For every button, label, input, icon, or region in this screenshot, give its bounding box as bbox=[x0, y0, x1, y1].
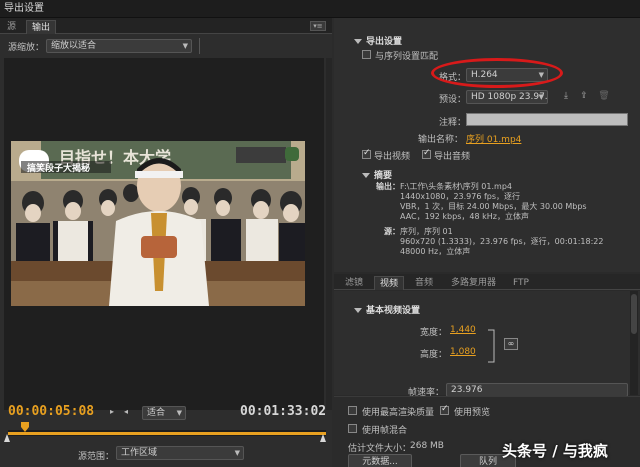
height-value[interactable]: 1,080 bbox=[450, 347, 476, 357]
output-name-link[interactable]: 序列 01.mp4 bbox=[466, 132, 521, 145]
summary-output-label: 输出： bbox=[376, 182, 400, 191]
export-audio-label: 导出音频 bbox=[434, 152, 471, 162]
source-scaling-select[interactable]: 缩放以适合 ▼ bbox=[46, 39, 192, 53]
source-scaling-label: 源缩放： bbox=[8, 43, 45, 53]
collapse-triangle-icon bbox=[354, 308, 362, 313]
video-settings-body: 基本视频设置 宽度： 1,440 高度： 1,080 ∞ 帧速率： 23.976 bbox=[334, 291, 640, 398]
zoom-fit-value: 适合 bbox=[147, 408, 166, 418]
timeline-track[interactable] bbox=[8, 430, 326, 436]
use-previews-label: 使用预览 bbox=[454, 408, 491, 418]
summary-source-line: 序列，序列 01 bbox=[400, 227, 453, 236]
frame-blending-checkbox[interactable] bbox=[348, 424, 357, 433]
tab-filters[interactable]: 滤镜 bbox=[340, 276, 368, 290]
match-sequence-checkbox[interactable] bbox=[362, 50, 371, 59]
summary-output-line: AAC，192 kbps，48 kHz，立体声 bbox=[400, 212, 529, 221]
tab-video[interactable]: 视频 bbox=[374, 276, 405, 290]
tab-multiplexer[interactable]: 多路复用器 bbox=[446, 276, 501, 290]
in-point-handle-icon[interactable] bbox=[4, 434, 10, 442]
framerate-value: 23.976 bbox=[451, 385, 483, 395]
chevron-down-icon: ▼ bbox=[234, 449, 240, 457]
summary-output-line: F:\工作\头条素材\序列 01.mp4 bbox=[400, 182, 512, 191]
file-size-label: 估计文件大小： bbox=[348, 444, 412, 454]
summary-output-line: 1440x1080，23.976 fps，逐行 bbox=[400, 192, 521, 201]
panel-menu-icon[interactable]: ▾≡ bbox=[310, 21, 326, 31]
summary-output-line: VBR，1 次，目标 24.00 Mbps，最大 30.00 Mbps bbox=[400, 202, 587, 211]
source-range-value: 工作区域 bbox=[121, 448, 158, 458]
max-render-quality-label: 使用最高渲染质量 bbox=[362, 408, 435, 418]
tab-source[interactable]: 源 bbox=[2, 20, 21, 34]
export-settings-window: 导出设置 源 输出 ▾≡ 源缩放： 缩放以适合 ▼ 目指せ！本大学 搞笑段子大揭… bbox=[0, 0, 640, 467]
export-video-checkbox[interactable] bbox=[362, 148, 371, 159]
summary-source-line: 48000 Hz，立体声 bbox=[400, 247, 471, 256]
chevron-down-icon: ▼ bbox=[176, 409, 182, 417]
preset-select[interactable]: HD 1080p 23.97... ▼ bbox=[466, 90, 548, 104]
summary-header[interactable]: 摘要 bbox=[362, 168, 392, 181]
comment-label: 注释： bbox=[439, 118, 467, 128]
settings-pane: 导出设置 与序列设置匹配 格式： H.264 ▼ 预设： HD 1080p 23… bbox=[334, 18, 640, 467]
delete-preset-icon[interactable]: 🗑 bbox=[598, 90, 610, 102]
link-bracket-icon bbox=[488, 329, 495, 363]
watermark-text: 头条号 / 与我疯 bbox=[502, 442, 608, 460]
source-scaling-row: 源缩放： 缩放以适合 ▼ bbox=[0, 35, 332, 57]
preview-tabs: 源 输出 ▾≡ bbox=[0, 18, 332, 34]
tab-ftp[interactable]: FTP bbox=[508, 276, 534, 290]
tab-output[interactable]: 输出 bbox=[26, 20, 57, 34]
mark-in-icon[interactable]: ▸ bbox=[110, 407, 114, 416]
divider bbox=[199, 38, 200, 54]
highlight-annotation bbox=[431, 58, 563, 88]
framerate-select[interactable]: 23.976 bbox=[446, 383, 628, 397]
export-settings-section: 导出设置 与序列设置匹配 格式： H.264 ▼ 预设： HD 1080p 23… bbox=[334, 18, 640, 272]
export-settings-title: 导出设置 bbox=[366, 37, 403, 47]
preview-pane: 源 输出 ▾≡ 源缩放： 缩放以适合 ▼ 目指せ！本大学 搞笑段子大揭秘 00:… bbox=[0, 18, 332, 467]
frame-blending-label: 使用帧混合 bbox=[362, 426, 408, 436]
export-video-label: 导出视频 bbox=[374, 152, 411, 162]
output-name-label: 输出名称： bbox=[418, 135, 464, 145]
zoom-fit-select[interactable]: 适合 ▼ bbox=[142, 406, 186, 420]
tab-audio[interactable]: 音频 bbox=[410, 276, 438, 290]
file-size-value: 268 MB bbox=[410, 441, 444, 451]
preset-value: HD 1080p 23.97... bbox=[471, 92, 548, 102]
source-range-label: 源范围： bbox=[78, 452, 115, 462]
source-scaling-value: 缩放以适合 bbox=[51, 41, 97, 51]
out-point-handle-icon[interactable] bbox=[320, 434, 326, 442]
settings-tabs: 滤镜 视频 音频 多路复用器 FTP bbox=[334, 274, 640, 290]
save-preset-icon[interactable]: ⤓ bbox=[560, 90, 572, 102]
match-sequence-label: 与序列设置匹配 bbox=[375, 52, 439, 62]
chevron-down-icon: ▼ bbox=[538, 93, 544, 101]
mark-out-icon[interactable]: ◂ bbox=[124, 407, 128, 416]
settings-scrollbar-thumb[interactable] bbox=[631, 294, 637, 334]
preset-label: 预设： bbox=[439, 95, 467, 105]
video-frame-image: 目指せ！本大学 搞笑段子大揭秘 bbox=[11, 141, 305, 306]
window-title: 导出设置 bbox=[0, 0, 640, 18]
export-settings-header[interactable]: 导出设置 bbox=[354, 34, 402, 47]
source-range-select[interactable]: 工作区域 ▼ bbox=[116, 446, 244, 460]
basic-video-title: 基本视频设置 bbox=[366, 306, 421, 316]
summary-source-label: 源： bbox=[384, 227, 400, 236]
collapse-triangle-icon bbox=[354, 39, 362, 44]
basic-video-header[interactable]: 基本视频设置 bbox=[354, 303, 420, 316]
chevron-down-icon: ▼ bbox=[182, 42, 188, 50]
summary-title: 摘要 bbox=[374, 171, 393, 181]
chain-link-icon[interactable]: ∞ bbox=[504, 338, 518, 350]
playhead-icon[interactable] bbox=[21, 422, 30, 432]
import-preset-icon[interactable]: ⇪ bbox=[578, 90, 590, 102]
preview-scrollbar[interactable] bbox=[326, 58, 332, 410]
summary-source-line: 960x720 (1.3333)，23.976 fps，逐行，00:01:18:… bbox=[400, 237, 604, 246]
duration-timecode: 00:01:33:02 bbox=[240, 404, 327, 419]
current-timecode[interactable]: 00:00:05:08 bbox=[8, 404, 94, 419]
timeline-progress-fill bbox=[8, 432, 326, 435]
export-audio-checkbox[interactable] bbox=[422, 148, 431, 159]
video-preview: 目指せ！本大学 搞笑段子大揭秘 bbox=[11, 141, 305, 306]
max-render-quality-checkbox[interactable] bbox=[348, 406, 357, 415]
video-overlay-caption: 搞笑段子大揭秘 bbox=[27, 162, 90, 174]
width-value[interactable]: 1,440 bbox=[450, 325, 476, 335]
metadata-button[interactable]: 元数据... bbox=[348, 454, 412, 467]
width-label: 宽度： bbox=[420, 328, 448, 338]
collapse-triangle-icon bbox=[362, 173, 370, 178]
comment-input[interactable] bbox=[466, 113, 628, 126]
height-label: 高度： bbox=[420, 350, 448, 360]
use-previews-checkbox[interactable] bbox=[440, 404, 449, 415]
